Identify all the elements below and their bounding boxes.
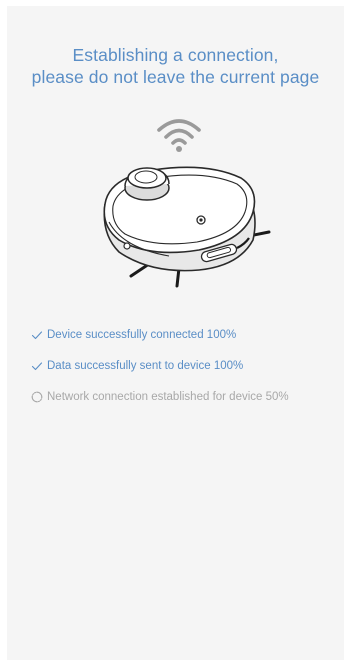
status-text: Device successfully connected 100% — [47, 328, 237, 341]
check-icon — [31, 361, 43, 370]
connection-status-list: Device successfully connected 100% Data … — [31, 319, 345, 412]
page-title: Establishing a connection, please do not… — [7, 44, 344, 88]
loading-spinner-icon — [31, 391, 43, 402]
title-line-2: please do not leave the current page — [31, 67, 320, 87]
status-item-device-connected: Device successfully connected 100% — [31, 319, 345, 350]
check-icon — [31, 330, 43, 339]
status-text: Network connection established for devic… — [47, 390, 289, 403]
title-line-1: Establishing a connection, — [72, 45, 279, 65]
robot-vacuum-illustration — [103, 166, 271, 288]
status-item-data-sent: Data successfully sent to device 100% — [31, 350, 345, 381]
connection-screen: Establishing a connection, please do not… — [7, 6, 344, 660]
status-text: Data successfully sent to device 100% — [47, 359, 244, 372]
status-item-network-established: Network connection established for devic… — [31, 381, 345, 412]
wifi-icon — [157, 119, 201, 152]
